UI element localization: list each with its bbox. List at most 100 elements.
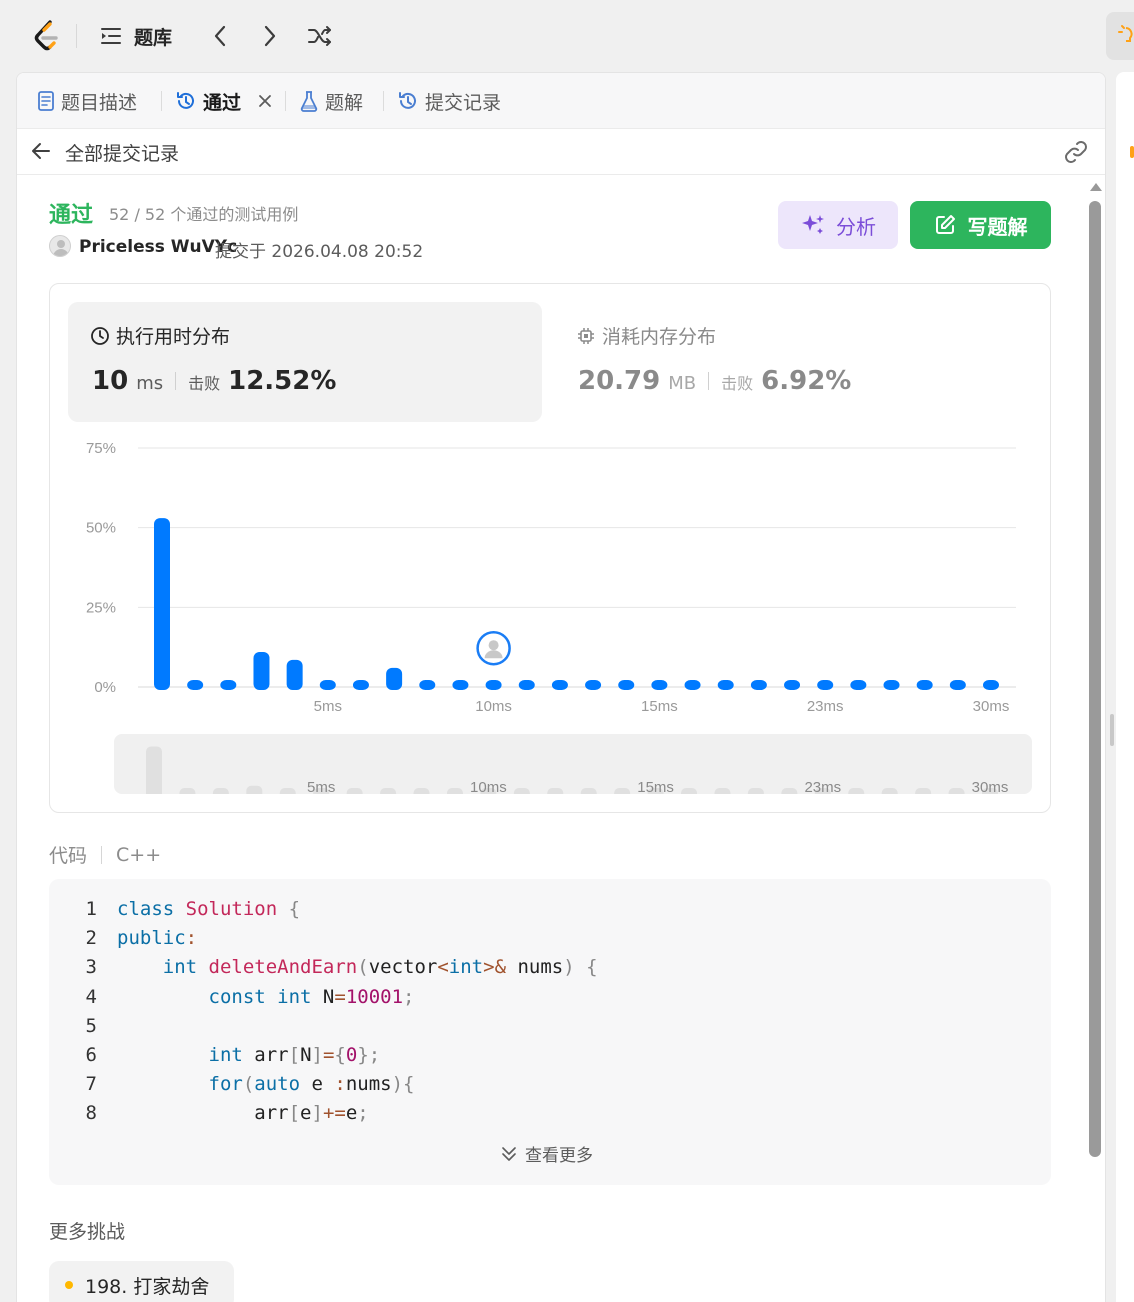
close-icon[interactable] — [257, 93, 273, 109]
code-token: ; — [403, 985, 415, 1008]
challenge-item[interactable]: 198. 打家劫舍 — [49, 1261, 234, 1302]
chart-bar — [916, 680, 933, 690]
minimap-bar — [781, 788, 798, 794]
next-problem-button[interactable] — [254, 20, 286, 52]
code-token: >& — [483, 956, 507, 979]
chart-bar — [651, 680, 668, 690]
code-token: int — [208, 1043, 255, 1066]
scroll-up-arrow[interactable] — [1090, 183, 1102, 191]
chart-bar — [187, 680, 204, 690]
chart-range-selector[interactable]: 5ms 10ms 15ms 23ms 30ms — [114, 734, 1032, 794]
runtime-values: 10 ms 击败 12.52% — [92, 366, 336, 396]
chart-bar — [352, 680, 369, 690]
chevron-right-icon — [264, 25, 276, 47]
prev-problem-button[interactable] — [204, 20, 236, 52]
tab-description[interactable]: 题目描述 — [37, 85, 137, 117]
minimap-bar — [614, 788, 631, 794]
memory-values: 20.79 MB 击败 6.92% — [578, 366, 851, 396]
write-solution-button[interactable]: 写题解 — [910, 201, 1051, 249]
code-token: e — [311, 1073, 335, 1096]
history-icon — [399, 92, 416, 109]
x-tick-label: 23ms — [807, 698, 844, 715]
clock-icon — [91, 326, 109, 345]
tab-solutions[interactable]: 题解 — [299, 85, 363, 117]
performance-card: 执行用时分布 10 ms 击败 12.52% 消耗内存分布 20.79 MB 击… — [49, 283, 1051, 813]
code-token: for — [208, 1073, 243, 1096]
link-icon[interactable] — [1063, 139, 1089, 165]
code-line: 7 for(auto e : nums){ — [49, 1070, 598, 1099]
chart-bar — [784, 680, 801, 690]
right-panel — [1116, 72, 1134, 1302]
x-tick-label: 5ms — [314, 698, 342, 715]
code-token: [ — [288, 1102, 301, 1125]
code-token: const int — [208, 985, 323, 1008]
chart-bar — [518, 680, 535, 690]
tab-bar: 题目描述 通过 题解 提交记录 — [17, 73, 1105, 129]
chart-bar — [883, 680, 900, 690]
tab-accepted[interactable]: 通过 — [175, 85, 273, 117]
chart-bar — [319, 680, 336, 690]
tab-submissions[interactable]: 提交记录 — [397, 85, 501, 117]
code-token: [ — [288, 1043, 301, 1066]
analyze-button[interactable]: 分析 — [778, 201, 898, 249]
x-tick-label: 15ms — [641, 698, 678, 715]
show-more-button[interactable]: 查看更多 — [501, 1141, 593, 1166]
runtime-value: 10 — [92, 366, 129, 396]
chart-bar — [253, 651, 270, 690]
line-number: 2 — [85, 927, 97, 950]
panel-resize-handle[interactable] — [1110, 714, 1114, 746]
code-token: { — [288, 898, 301, 920]
tab-solutions-label: 题解 — [325, 91, 364, 114]
show-more-label: 查看更多 — [525, 1146, 593, 1166]
minimap-bar — [915, 788, 932, 794]
chart-bar — [419, 680, 436, 690]
memory-title-label: 消耗内存分布 — [602, 326, 717, 348]
code-header: 代码 C++ — [49, 841, 161, 868]
back-arrow-icon[interactable] — [29, 139, 53, 163]
runtime-beat-label: 击败 — [188, 374, 221, 393]
minimap-tick-label: 5ms — [307, 779, 335, 794]
code-token: e — [345, 1102, 358, 1125]
minimap-bar — [179, 788, 196, 794]
minimap-bar — [747, 788, 764, 794]
scrollbar-thumb[interactable] — [1089, 201, 1101, 1157]
leetcode-logo[interactable] — [30, 18, 66, 54]
avatar[interactable] — [49, 235, 71, 257]
minimap-bar — [146, 746, 162, 794]
all-submissions-link[interactable]: 全部提交记录 — [65, 139, 179, 166]
runtime-distribution-chart[interactable]: 75% 50% 25% 0% 5ms 10ms 15ms 23ms 30ms — [50, 434, 1050, 724]
chart-bar — [983, 680, 999, 690]
tab-separator — [161, 91, 162, 111]
code-token: ] — [311, 1043, 323, 1066]
y-tick-label: 0% — [94, 679, 116, 696]
minimap-bar — [948, 788, 965, 794]
code-token: N — [300, 1043, 312, 1066]
code-line: 5 — [49, 1012, 598, 1041]
code-token: int — [448, 956, 484, 979]
code-block[interactable]: 1 class Solution {2 public: 3 int deleteAnd… — [49, 879, 1051, 1185]
chart-bar — [485, 680, 502, 690]
tab-description-label: 题目描述 — [61, 91, 138, 114]
author-name[interactable]: Priceless WuVYc — [79, 237, 237, 257]
code-token: : — [334, 1073, 346, 1096]
code-token: nums — [506, 956, 564, 979]
runtime-beat-pct: 12.52% — [228, 366, 337, 396]
random-problem-button[interactable] — [303, 20, 337, 52]
code-line: 4 const int N = 10001; — [49, 983, 598, 1012]
minimap-bar — [246, 785, 263, 794]
problem-list-button[interactable]: 题库 — [100, 20, 190, 52]
chart-minimap[interactable]: 5ms 10ms 15ms 23ms 30ms — [114, 734, 1032, 794]
y-tick-label: 50% — [86, 520, 116, 537]
x-tick-label: 10ms — [475, 698, 512, 715]
code-token: Solution — [185, 898, 289, 920]
code-token: ; — [357, 1102, 369, 1125]
chart-bar — [949, 680, 966, 690]
minimap-bar — [681, 788, 698, 794]
memory-value: 20.79 — [578, 366, 661, 396]
chart-bar — [585, 680, 602, 690]
runtime-stat[interactable]: 执行用时分布 10 ms 击败 12.52% — [68, 302, 542, 422]
memory-stat[interactable]: 消耗内存分布 20.79 MB 击败 6.92% — [564, 302, 1034, 422]
code-token: class — [117, 898, 186, 920]
y-tick-label: 25% — [86, 599, 116, 616]
